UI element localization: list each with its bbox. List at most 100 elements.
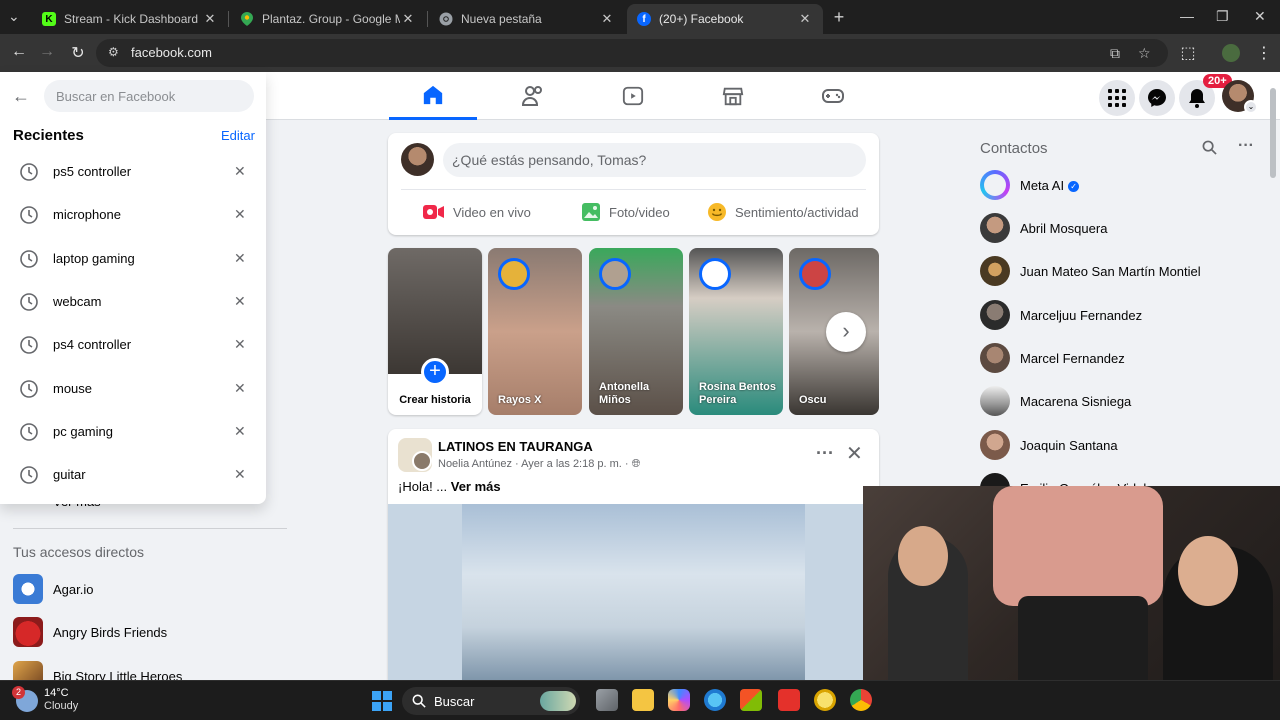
author-avatar[interactable] (412, 451, 432, 471)
nav-friends[interactable] (489, 72, 577, 120)
more-options-icon[interactable]: ··· (816, 443, 834, 464)
divider (13, 528, 287, 529)
story-card[interactable]: Antonella Miños (589, 248, 683, 415)
feeling-activity-button[interactable]: Sentimiento/actividad (707, 199, 859, 225)
remove-x-icon[interactable]: ✕ (234, 293, 246, 310)
windows-start-icon[interactable] (372, 691, 392, 711)
microsoft-store-icon[interactable] (740, 689, 762, 711)
nav-marketplace[interactable] (689, 72, 777, 120)
post-image[interactable] (388, 504, 879, 680)
more-menu-icon[interactable]: ⋮ (1254, 43, 1274, 63)
bookmark-star-icon[interactable]: ☆ (1138, 45, 1151, 62)
recent-search-item[interactable]: mouse ✕ (0, 367, 266, 410)
new-tab-button[interactable]: + (828, 7, 850, 29)
address-bar[interactable]: ⚙ facebook.com ⧉ ☆ (96, 39, 1168, 67)
post-group-name[interactable]: LATINOS EN TAURANGA (438, 439, 593, 454)
edit-link[interactable]: Editar (221, 128, 255, 143)
more-options-icon[interactable]: ··· (1238, 137, 1254, 155)
search-input[interactable] (44, 80, 254, 112)
minimize-icon[interactable]: — (1180, 8, 1194, 24)
chrome-icon[interactable] (850, 689, 872, 711)
tab-kick-dashboard[interactable]: K Stream - Kick Dashboard ✕ (32, 4, 228, 34)
story-card[interactable]: Rayos X (488, 248, 582, 415)
contact-item[interactable]: Marceljuu Fernandez (980, 297, 1260, 333)
close-icon[interactable]: ✕ (400, 11, 416, 27)
task-view-icon[interactable] (596, 689, 618, 711)
contact-item[interactable]: Macarena Sisniega (980, 383, 1260, 419)
restore-icon[interactable]: ❐ (1216, 8, 1229, 25)
stories-next-button[interactable]: › (826, 312, 866, 352)
user-avatar[interactable] (401, 143, 434, 176)
remove-x-icon[interactable]: ✕ (234, 466, 246, 483)
weather-widget[interactable]: 2 14°C Cloudy (12, 686, 78, 713)
reload-icon[interactable]: ↻ (68, 43, 88, 63)
menu-grid-button[interactable] (1099, 80, 1135, 116)
recent-search-item[interactable]: ps4 controller ✕ (0, 323, 266, 366)
tab-new-tab[interactable]: Nueva pestaña ✕ (429, 4, 625, 34)
copilot-icon[interactable] (668, 689, 690, 711)
remove-x-icon[interactable]: ✕ (234, 163, 246, 180)
see-more-link[interactable]: Ver más (451, 479, 501, 494)
recent-search-item[interactable]: ps5 controller ✕ (0, 150, 266, 193)
taskbar-search[interactable]: Buscar (402, 687, 580, 715)
recent-search-item[interactable]: pc gaming ✕ (0, 410, 266, 453)
shortcut-agario[interactable]: Agar.io (13, 571, 293, 607)
nav-video[interactable] (589, 72, 677, 120)
profile-avatar[interactable] (1222, 44, 1240, 62)
recent-search-item[interactable]: webcam ✕ (0, 280, 266, 323)
remove-x-icon[interactable]: ✕ (234, 336, 246, 353)
taskbar-search-label: Buscar (434, 693, 475, 709)
contact-item[interactable]: Abril Mosquera (980, 210, 1260, 246)
shortcut-angry-birds[interactable]: Angry Birds Friends (13, 614, 293, 650)
app-icon[interactable] (814, 689, 836, 711)
url-text[interactable]: facebook.com (131, 45, 212, 60)
close-icon[interactable]: ✕ (202, 11, 218, 27)
tab-facebook[interactable]: f (20+) Facebook ✕ (627, 4, 823, 34)
avatar (980, 256, 1010, 286)
back-arrow-icon[interactable]: ← (9, 43, 29, 61)
recent-search-item[interactable]: guitar ✕ (0, 453, 266, 496)
recent-search-item[interactable]: microphone ✕ (0, 193, 266, 236)
contact-item[interactable]: Meta AI ✓ (980, 167, 1260, 203)
recent-search-item[interactable]: laptop gaming ✕ (0, 237, 266, 280)
photo-video-button[interactable]: Foto/video (581, 199, 670, 225)
remove-x-icon[interactable]: ✕ (234, 380, 246, 397)
contact-item[interactable]: Joaquin Santana (980, 427, 1260, 463)
tab-search-chevron-icon[interactable]: ⌄ (8, 8, 20, 25)
hide-post-close-icon[interactable]: ✕ (846, 441, 863, 466)
live-video-button[interactable]: Video en vivo (423, 199, 531, 225)
edge-icon[interactable] (704, 689, 726, 711)
remove-x-icon[interactable]: ✕ (234, 423, 246, 440)
contact-name: Juan Mateo San Martín Montiel (1020, 263, 1201, 279)
remove-x-icon[interactable]: ✕ (234, 206, 246, 223)
wps-office-icon[interactable] (778, 689, 800, 711)
contact-item[interactable]: Juan Mateo San Martín Montiel (980, 253, 1260, 289)
forward-arrow-icon[interactable]: → (37, 43, 57, 61)
tab-google-maps[interactable]: Plantaz. Group - Google Maps ✕ (230, 4, 426, 34)
contact-item[interactable]: Marcel Fernandez (980, 340, 1260, 376)
page-scrollbar[interactable] (1270, 88, 1276, 178)
composer-input[interactable]: ¿Qué estás pensando, Tomas? (443, 143, 866, 177)
post-author[interactable]: Noelia Antúnez (438, 458, 512, 470)
nav-gaming[interactable] (789, 72, 877, 120)
close-icon[interactable]: ✕ (599, 11, 615, 27)
nav-home[interactable] (389, 72, 477, 120)
messenger-button[interactable] (1139, 80, 1175, 116)
remove-x-icon[interactable]: ✕ (234, 250, 246, 267)
file-explorer-icon[interactable] (632, 689, 654, 711)
facebook-icon: f (637, 12, 651, 26)
post-timestamp[interactable]: Ayer a las 2:18 p. m. (521, 458, 622, 470)
story-card[interactable]: Rosina Bentos Pereira (689, 248, 783, 415)
account-avatar[interactable]: ⌄ (1222, 80, 1258, 114)
close-icon[interactable]: ✕ (797, 11, 813, 27)
extensions-puzzle-icon[interactable]: ⬚ (1178, 43, 1198, 63)
close-window-icon[interactable]: ✕ (1254, 8, 1266, 25)
site-info-icon[interactable]: ⚙ (108, 45, 119, 59)
weather-badge: 2 (12, 686, 25, 699)
install-app-icon[interactable]: ⧉ (1110, 45, 1120, 62)
create-story-card[interactable]: + Crear historia (388, 248, 482, 415)
back-arrow-icon[interactable]: ← (12, 86, 30, 107)
clock-icon (20, 422, 38, 441)
contact-name: Meta AI ✓ (1020, 178, 1080, 193)
search-icon[interactable] (1202, 140, 1217, 158)
